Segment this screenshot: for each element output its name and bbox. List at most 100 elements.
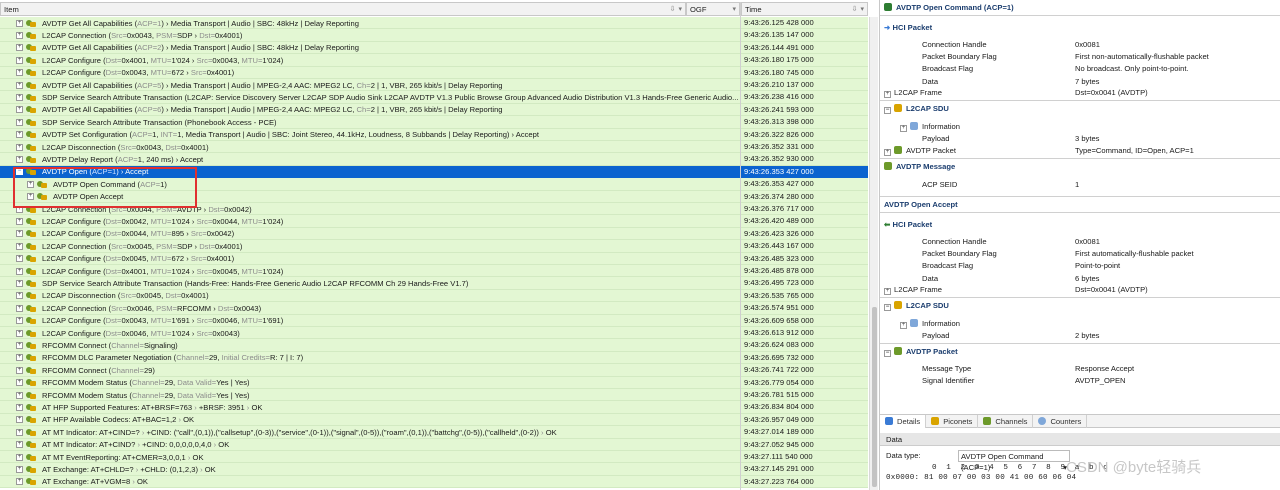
row-text-segment: Dst= — [105, 254, 122, 264]
table-row[interactable]: + AVDTP Get All Capabilities (ACP=6) › Me… — [0, 103, 868, 117]
collapse-toggle[interactable]: − — [884, 350, 891, 357]
table-row[interactable]: + AVDTP Get All Capabilities (ACP=2) › Me… — [0, 41, 868, 55]
tab-channels[interactable]: Channels — [978, 415, 1034, 428]
sort-icon[interactable]: ⇩ — [670, 5, 676, 13]
time-sort-icon[interactable]: ⇩ — [852, 5, 858, 13]
list-scrollbar[interactable] — [869, 17, 878, 490]
filter-icon[interactable]: ▾ — [678, 5, 682, 13]
table-row[interactable]: + AT Exchange: AT+CHLD=? › +CHLD: (0,1,2,… — [0, 463, 868, 476]
hex-row[interactable]: 0x0000: 81 00 07 00 03 00 41 00 60 06 04 — [886, 474, 1076, 482]
expand-toggle[interactable]: + — [884, 288, 891, 295]
table-row[interactable]: + SDP Service Search Attribute Transactio… — [0, 91, 868, 104]
table-row[interactable]: + L2CAP Configure (Dst= 0x0046, MTU= 1'024 … — [0, 327, 868, 340]
table-row[interactable]: + AVDTP Delay Report (ACP= 1, 240 ms) › Ac… — [0, 153, 868, 166]
ogf-filter-icon[interactable]: ▾ — [732, 5, 736, 13]
table-row[interactable]: + AT MT Indicator: AT+CIND=? › +CIND: ("c… — [0, 426, 868, 439]
acc-l2cap-frame[interactable]: + L2CAP Frame Dst=0x0041 (AVDTP) — [884, 284, 1148, 296]
expand-toggle[interactable]: + — [16, 354, 23, 362]
expand-toggle[interactable]: + — [16, 428, 23, 436]
expand-toggle[interactable]: + — [16, 19, 23, 27]
expand-toggle[interactable]: + — [16, 341, 23, 349]
expand-toggle[interactable]: + — [16, 230, 23, 238]
table-row[interactable]: + L2CAP Connection (Src= 0x0046, PSM= RFCOM… — [0, 302, 868, 315]
table-row[interactable]: + RFCOMM Connect (Channel= 29) 9:43:26.741 … — [0, 364, 868, 377]
table-row[interactable]: + L2CAP Configure (Dst= 0x0043, MTU= 1'691 … — [0, 314, 868, 327]
cmd-l2cap-frame[interactable]: + L2CAP Frame Dst=0x0041 (AVDTP) — [884, 87, 1148, 99]
expand-toggle[interactable]: + — [16, 329, 23, 337]
table-row[interactable]: + AT MT EventReporting: AT+CMER=3,0,0,1 ›… — [0, 451, 868, 464]
table-row[interactable]: + AT HFP Supported Features: AT+BRSF=763 … — [0, 401, 868, 414]
table-row[interactable]: + AVDTP Set Configuration (ACP= 1, INT= 1, … — [0, 128, 868, 141]
expand-toggle[interactable]: + — [16, 416, 23, 424]
expand-toggle[interactable]: + — [16, 155, 23, 163]
expand-toggle[interactable]: + — [900, 125, 907, 132]
expand-toggle[interactable]: + — [16, 465, 23, 473]
table-row[interactable]: + L2CAP Configure (Dst= 0x0044, MTU= 895 › … — [0, 227, 868, 241]
expand-toggle[interactable]: + — [16, 379, 23, 387]
expand-toggle[interactable]: + — [884, 149, 891, 156]
table-row[interactable]: + L2CAP Connection (Src= 0x0045, PSM= SDP ›… — [0, 240, 868, 253]
column-header-ogf[interactable]: OGF ▾ — [686, 2, 740, 16]
table-row[interactable]: + RFCOMM Connect (Channel= Signaling) 9:43:… — [0, 339, 868, 352]
cmd-avdtp-packet[interactable]: + AVDTP Packet Type=Command, ID=Open, ACP=… — [884, 145, 1194, 157]
expand-toggle[interactable]: + — [16, 441, 23, 449]
column-divider[interactable] — [740, 2, 741, 490]
expand-toggle[interactable]: + — [900, 322, 907, 329]
expand-toggle[interactable]: + — [16, 118, 23, 126]
collapse-toggle[interactable]: − — [884, 304, 891, 311]
expand-toggle[interactable]: + — [16, 317, 23, 325]
table-row[interactable]: + AT MT Indicator: AT+CIND? › +CIND: 0,0,… — [0, 438, 868, 451]
scrollbar-thumb[interactable] — [872, 307, 877, 487]
expand-toggle[interactable]: + — [16, 56, 23, 64]
cmd-sdu-info[interactable]: + Information — [900, 121, 960, 133]
table-row[interactable]: + L2CAP Configure (Dst= 0x4001, MTU= 1'024 … — [0, 54, 868, 67]
table-row[interactable]: + L2CAP Disconnection (Src= 0x0045, Dst= 0x… — [0, 289, 868, 303]
time-filter-icon[interactable]: ▾ — [860, 5, 864, 13]
expand-toggle[interactable]: + — [16, 267, 23, 275]
expand-toggle[interactable]: + — [16, 93, 23, 101]
expand-toggle[interactable]: + — [16, 366, 23, 374]
expand-toggle[interactable]: + — [16, 304, 23, 312]
table-row[interactable]: + AVDTP Get All Capabilities (ACP=1) › Me… — [0, 17, 868, 30]
expand-toggle[interactable]: + — [16, 143, 23, 151]
tab-counters[interactable]: Counters — [1033, 415, 1088, 428]
row-text-segment: 1'024 › — [171, 266, 197, 276]
table-row[interactable]: + RFCOMM Modem Status (Channel= 29, Data V… — [0, 389, 868, 402]
collapse-toggle[interactable]: − — [884, 107, 891, 114]
expand-toggle[interactable]: + — [16, 131, 23, 139]
table-row[interactable]: + SDP Service Search Attribute Transactio… — [0, 277, 868, 290]
expand-toggle[interactable]: + — [16, 255, 23, 263]
expand-toggle[interactable]: + — [16, 292, 23, 300]
expand-toggle[interactable]: + — [16, 242, 23, 250]
expand-toggle[interactable]: + — [16, 391, 23, 399]
expand-toggle[interactable]: + — [16, 106, 23, 114]
table-row[interactable]: + L2CAP Configure (Dst= 0x4001, MTU= 1'024 … — [0, 265, 868, 278]
expand-toggle[interactable]: + — [16, 81, 23, 89]
table-row[interactable]: + RFCOMM Modem Status (Channel= 29, Data V… — [0, 376, 868, 389]
table-row[interactable]: + L2CAP Configure (Dst= 0x0043, MTU= 672 › … — [0, 66, 868, 79]
tab-details[interactable]: Details — [880, 415, 927, 428]
expand-toggle[interactable]: + — [16, 31, 23, 39]
column-header-item[interactable]: Item ⇩ ▾ — [0, 2, 686, 16]
table-row[interactable]: + L2CAP Connection (Src= 0x0043, PSM= SDP ›… — [0, 29, 868, 42]
table-row[interactable]: + AT Exchange: AT+VGM=8 › OK 9:43:27.223 7… — [0, 475, 868, 489]
column-header-time[interactable]: Time ⇩ ▾ — [741, 2, 868, 16]
table-row[interactable]: + AT HFP Available Codecs: AT+BAC=1,2 › O… — [0, 413, 868, 427]
table-row[interactable]: + L2CAP Configure (Dst= 0x0045, MTU= 672 › … — [0, 252, 868, 265]
expand-toggle[interactable]: + — [884, 91, 891, 98]
data-type-select[interactable]: AVDTP Open Command (ACP=1) ▾ — [958, 450, 1070, 472]
table-row[interactable]: + SDP Service Search Attribute Transactio… — [0, 116, 868, 129]
table-row[interactable]: + RFCOMM DLC Parameter Negotiation (Chann… — [0, 351, 868, 365]
acc-sdu-info[interactable]: + Information — [900, 318, 960, 330]
table-row[interactable]: + AVDTP Get All Capabilities (ACP=5) › Me… — [0, 79, 868, 92]
tab-piconets[interactable]: Piconets — [926, 415, 979, 428]
expand-toggle[interactable]: + — [16, 478, 23, 486]
table-row[interactable]: + L2CAP Disconnection (Src= 0x0043, Dst= 0x… — [0, 141, 868, 154]
expand-toggle[interactable]: + — [16, 453, 23, 461]
expand-toggle[interactable]: + — [16, 279, 23, 287]
expand-toggle[interactable]: + — [16, 44, 23, 52]
expand-toggle[interactable]: + — [16, 217, 23, 225]
expand-toggle[interactable]: + — [16, 403, 23, 411]
expand-toggle[interactable]: + — [16, 69, 23, 77]
table-row[interactable]: + L2CAP Configure (Dst= 0x0042, MTU= 1'024 … — [0, 215, 868, 228]
